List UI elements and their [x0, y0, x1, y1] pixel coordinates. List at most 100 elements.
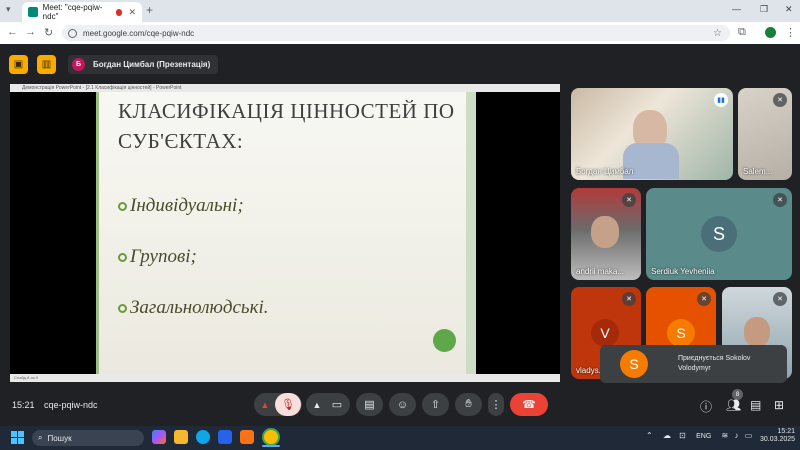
more-options-button[interactable]: ⋮ — [488, 393, 504, 416]
participant-name: andrii maka... — [576, 267, 625, 276]
taskbar-search[interactable]: ⌕ Пошук — [32, 430, 144, 446]
cloud-icon[interactable]: ☁ — [663, 431, 671, 440]
participant-tile[interactable]: S ✕ Serdiuk Yevheniia — [646, 188, 792, 280]
new-tab-button[interactable]: + — [146, 3, 153, 17]
app-icon[interactable] — [240, 430, 254, 444]
participant-name: Salem... — [743, 167, 773, 176]
mic-off-icon: ✕ — [622, 292, 636, 306]
restore-icon[interactable]: ❐ — [760, 4, 768, 15]
taskbar-time: 15:21 — [777, 428, 796, 435]
mic-control-group: ▲ 🎙︎ — [254, 393, 302, 416]
activities-icon[interactable]: ⊞ — [774, 398, 784, 412]
mic-off-icon: ✕ — [773, 93, 787, 107]
volume-icon[interactable]: ♪ — [734, 431, 738, 440]
search-icon: ⌕ — [38, 433, 43, 442]
start-icon[interactable] — [11, 431, 24, 444]
present-screen-icon: ⇧ — [430, 399, 441, 411]
browser-menu-icon[interactable]: ⋮ — [785, 26, 796, 39]
chat-icon[interactable]: ▤ — [750, 398, 761, 412]
url-text: meet.google.com/cqe-pqiw-ndc — [83, 28, 195, 38]
site-info-icon[interactable] — [68, 28, 77, 38]
minimize-icon[interactable]: — — [732, 4, 741, 14]
close-window-icon[interactable]: ✕ — [785, 4, 793, 15]
hand-icon: ✋︎ — [465, 398, 472, 410]
file-explorer-icon[interactable] — [174, 430, 188, 444]
pointer-dot — [433, 329, 456, 352]
camera-control-group: ▲ ▭ — [306, 393, 350, 416]
participant-avatar: S — [667, 319, 695, 347]
presenter-label: Богдан Цимбал (Презентація) — [93, 60, 211, 69]
layout-icon[interactable]: ▥ — [37, 55, 56, 74]
mic-off-button[interactable]: 🎙︎ — [275, 393, 301, 416]
chrome-icon[interactable] — [264, 430, 278, 444]
camera-icon[interactable]: ▭ — [326, 398, 348, 411]
forward-icon[interactable]: → — [25, 26, 36, 38]
powerpoint-title-bar: Демонстрація PowerPoint - [2.1 Класифіка… — [10, 84, 560, 92]
people-icon[interactable]: 👥︎ — [726, 398, 741, 412]
mic-off-icon: ✕ — [773, 193, 787, 207]
raise-hand-button[interactable]: ✋︎ — [455, 393, 482, 416]
participant-name: Богдан Цимбал — [576, 167, 634, 176]
mic-options-chevron-icon[interactable]: ▲ — [255, 400, 275, 410]
presenter-avatar: Б — [72, 58, 85, 71]
taskbar-date: 30.03.2025 — [760, 436, 796, 443]
reactions-button[interactable]: ☺ — [389, 393, 416, 416]
more-vert-icon: ⋮ — [490, 399, 502, 411]
emoji-icon: ☺ — [396, 398, 409, 411]
participant-avatar: V — [591, 319, 619, 347]
recording-indicator-icon — [115, 8, 123, 16]
extensions-icon[interactable]: ⧉ — [738, 26, 746, 39]
bookmark-star-icon[interactable]: ☆ — [713, 28, 722, 39]
participant-tile[interactable]: ✕ andrii maka... — [571, 188, 641, 280]
meeting-info-icon[interactable]: ⓘ — [700, 398, 712, 415]
system-tray: ⌃ ☁ ⊡ ENG ≋ ♪ ▭ — [646, 431, 752, 440]
notification-avatar: S — [620, 350, 648, 378]
tray-app-icon[interactable]: ⊡ — [679, 431, 686, 440]
tab-search-icon[interactable]: ▾ — [6, 4, 11, 15]
reload-icon[interactable]: ↻ — [44, 26, 53, 39]
profile-avatar[interactable] — [765, 27, 776, 38]
captions-button[interactable]: ▤ — [356, 393, 383, 416]
present-screen-button[interactable]: ⇧ — [422, 393, 449, 416]
mic-off-icon: ✕ — [773, 292, 787, 306]
copilot-icon[interactable] — [152, 430, 166, 444]
bullet-text: Загальнолюдські. — [130, 297, 269, 318]
back-icon[interactable]: ← — [7, 26, 18, 38]
camera-options-chevron-icon[interactable]: ▲ — [308, 400, 326, 410]
participant-name: Serdiuk Yevheniia — [651, 267, 715, 276]
mic-off-icon: ✕ — [697, 292, 711, 306]
captions-icon: ▤ — [364, 399, 375, 411]
tab-close-icon[interactable]: ✕ — [128, 7, 136, 18]
taskbar-search-label: Пошук — [47, 433, 72, 443]
bullet-circle-icon — [118, 303, 127, 313]
present-icon[interactable]: ▣ — [9, 55, 28, 74]
tray-chevron-icon[interactable]: ⌃ — [646, 431, 653, 440]
participant-tile[interactable]: ▮▮ Богдан Цимбал — [571, 88, 733, 180]
slide-bullet: Індивідуальні; — [118, 195, 244, 217]
bullet-text: Групові; — [130, 246, 197, 267]
store-icon[interactable] — [218, 430, 232, 444]
slide-bullet: Загальнолюдські. — [118, 297, 269, 319]
browser-tab[interactable]: Meet: "cqe-pqiw-ndc" ✕ — [22, 2, 142, 22]
wifi-icon[interactable]: ≋ — [722, 431, 729, 440]
join-notification: S Приєднується Sokolov Volodymyr — [600, 345, 787, 383]
active-app-indicator — [262, 445, 280, 447]
meet-favicon-icon — [28, 7, 38, 17]
language-indicator[interactable]: ENG — [696, 433, 711, 440]
leave-call-button[interactable]: ☎ — [510, 393, 548, 416]
mic-off-icon: ✕ — [622, 193, 636, 207]
participant-avatar: S — [701, 216, 737, 252]
taskbar-clock[interactable]: 15:21 30.03.2025 — [760, 428, 795, 444]
presenter-chip: Б Богдан Цимбал (Презентація) — [68, 55, 219, 74]
meeting-code: cqe-pqiw-ndc — [44, 400, 98, 410]
meeting-clock: 15:21 — [12, 400, 35, 410]
notification-text: Приєднується Sokolov Volodymyr — [678, 355, 751, 372]
bullet-circle-icon — [118, 201, 127, 211]
battery-icon[interactable]: ▭ — [745, 431, 753, 440]
bullet-circle-icon — [118, 252, 127, 262]
participant-tile[interactable]: ✕ Salem... — [738, 88, 792, 180]
edge-icon[interactable] — [196, 430, 210, 444]
tab-title: Meet: "cqe-pqiw-ndc" — [42, 3, 103, 21]
address-bar[interactable]: meet.google.com/cqe-pqiw-ndc ☆ — [62, 25, 730, 41]
slide-bullet: Групові; — [118, 246, 197, 268]
